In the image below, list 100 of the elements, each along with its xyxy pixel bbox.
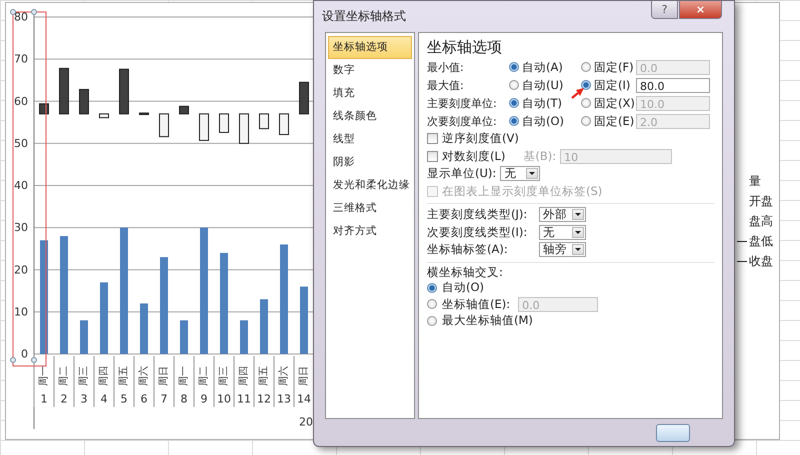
candle-body [139, 112, 149, 116]
axis-label: 20 [14, 263, 28, 276]
checkbox[interactable] [427, 150, 438, 162]
radio-button[interactable] [509, 80, 519, 90]
selection-handle[interactable] [31, 9, 37, 15]
field-label: 显示单位(U): [427, 166, 496, 182]
axis-label: 1 [40, 392, 48, 406]
axis-label: 9 [200, 392, 208, 406]
volume-bar [100, 282, 108, 354]
category-item[interactable]: 线条颜色 [328, 105, 412, 128]
legend-label: 开盘 [749, 192, 773, 210]
volume-bar [80, 320, 88, 354]
radio-label[interactable]: 固定(I) [594, 78, 630, 92]
radio-label[interactable]: 固定(X) [594, 96, 635, 110]
radio-label[interactable]: 固定(E) [594, 114, 634, 128]
axis-label: 70 [14, 52, 28, 66]
field-label: 最大值: [427, 78, 465, 92]
category-item[interactable]: 坐标轴选项 [328, 36, 412, 59]
axis-label: 10 [14, 305, 28, 318]
category-item[interactable]: 阴影 [328, 151, 412, 174]
axis-label: 11 [237, 392, 251, 406]
dropdown[interactable]: 无 [500, 166, 540, 182]
dropdown[interactable]: 轴旁 [539, 242, 586, 258]
radio-button[interactable] [509, 98, 519, 108]
radio-button[interactable] [581, 116, 591, 126]
selection-handle[interactable] [31, 357, 37, 363]
arrow-annotation [571, 88, 584, 99]
radio-button[interactable] [427, 282, 437, 293]
selection-handle[interactable] [10, 357, 16, 363]
field-label: 次要刻度单位: [427, 114, 498, 128]
candle-body [79, 88, 89, 114]
axis-label: 周日 [158, 366, 170, 386]
radio-button[interactable] [581, 80, 591, 90]
selection-handle[interactable] [10, 9, 16, 15]
axis-label: 周五 [258, 366, 270, 386]
axis-label: 周二 [58, 366, 70, 386]
axis-label: 8 [180, 392, 188, 406]
input-field[interactable]: 80.0 [636, 78, 710, 92]
radio-button[interactable] [509, 62, 519, 72]
candle-body [179, 106, 189, 114]
category-item[interactable]: 数字 [328, 59, 412, 82]
legend-label: 量 [749, 172, 761, 190]
dropdown[interactable]: 无 [539, 224, 586, 240]
radio-label[interactable]: 自动(T) [522, 96, 562, 110]
radio-label[interactable]: 坐标轴值(E): [442, 296, 510, 312]
axis-label: 20 [299, 416, 313, 428]
candle-body [299, 82, 309, 114]
checkbox-label[interactable]: 逆序刻度值(V) [442, 131, 519, 146]
candle-body [279, 113, 289, 136]
radio-button[interactable] [427, 316, 437, 326]
radio-button[interactable] [427, 299, 437, 310]
axis-label: 周一 [38, 366, 50, 386]
category-item[interactable]: 三维格式 [328, 197, 412, 220]
checkbox[interactable] [427, 133, 438, 144]
field-label: 次要刻度线类型(I): [427, 224, 528, 240]
section-label: 横坐标轴交叉: [427, 264, 504, 280]
axis-label: 周一 [178, 366, 190, 386]
dialog-button[interactable] [656, 424, 690, 442]
dropdown[interactable]: 外部 [539, 207, 586, 222]
candle-body [259, 113, 269, 130]
radio-button[interactable] [509, 116, 519, 126]
volume-bar [260, 299, 268, 354]
radio-label[interactable]: 自动(O) [442, 280, 484, 296]
candle-body [59, 68, 69, 114]
radio-label[interactable]: 最大坐标轴值(M) [442, 313, 533, 328]
radio-button[interactable] [581, 98, 591, 108]
axis-label: 60 [14, 94, 28, 108]
category-item[interactable]: 填充 [328, 82, 412, 105]
field-label: 主要刻度单位: [427, 96, 498, 110]
radio-label[interactable]: 自动(O) [522, 114, 564, 128]
section-heading: 坐标轴选项 [427, 37, 503, 58]
radio-label[interactable]: 自动(U) [522, 78, 564, 92]
candle-body [159, 113, 169, 138]
axis-label: 12 [257, 392, 271, 406]
radio-button[interactable] [581, 62, 591, 72]
axis-label: 周日 [298, 366, 310, 386]
axis-label: 周六 [138, 366, 150, 386]
candle-body [219, 113, 229, 133]
axis-label: 周五 [118, 366, 130, 386]
legend-label: 收盘 [749, 252, 773, 270]
axis-label: 10 [217, 392, 231, 406]
radio-label[interactable]: 自动(A) [522, 60, 563, 74]
axis-label: 0 [21, 348, 28, 360]
axis-label: 2 [60, 392, 68, 406]
volume-bar [140, 303, 148, 354]
axis-label: 周四 [98, 366, 110, 386]
axis-label: 40 [14, 179, 28, 192]
checkbox-label[interactable]: 对数刻度(L) [442, 148, 506, 164]
axis-label: 7 [160, 392, 168, 406]
axis-label: 30 [14, 221, 28, 234]
radio-label[interactable]: 固定(F) [594, 60, 634, 74]
axis-label: 80 [14, 10, 28, 24]
category-item[interactable]: 对齐方式 [328, 220, 412, 243]
axis-label: 周二 [198, 366, 210, 386]
axis-label: 周三 [218, 366, 230, 386]
category-item[interactable]: 线型 [328, 128, 412, 151]
legend-line [737, 260, 747, 262]
category-item[interactable]: 发光和柔化边缘 [328, 174, 412, 197]
axis-label: 周六 [278, 366, 290, 386]
help-button[interactable]: ? [651, 1, 678, 19]
